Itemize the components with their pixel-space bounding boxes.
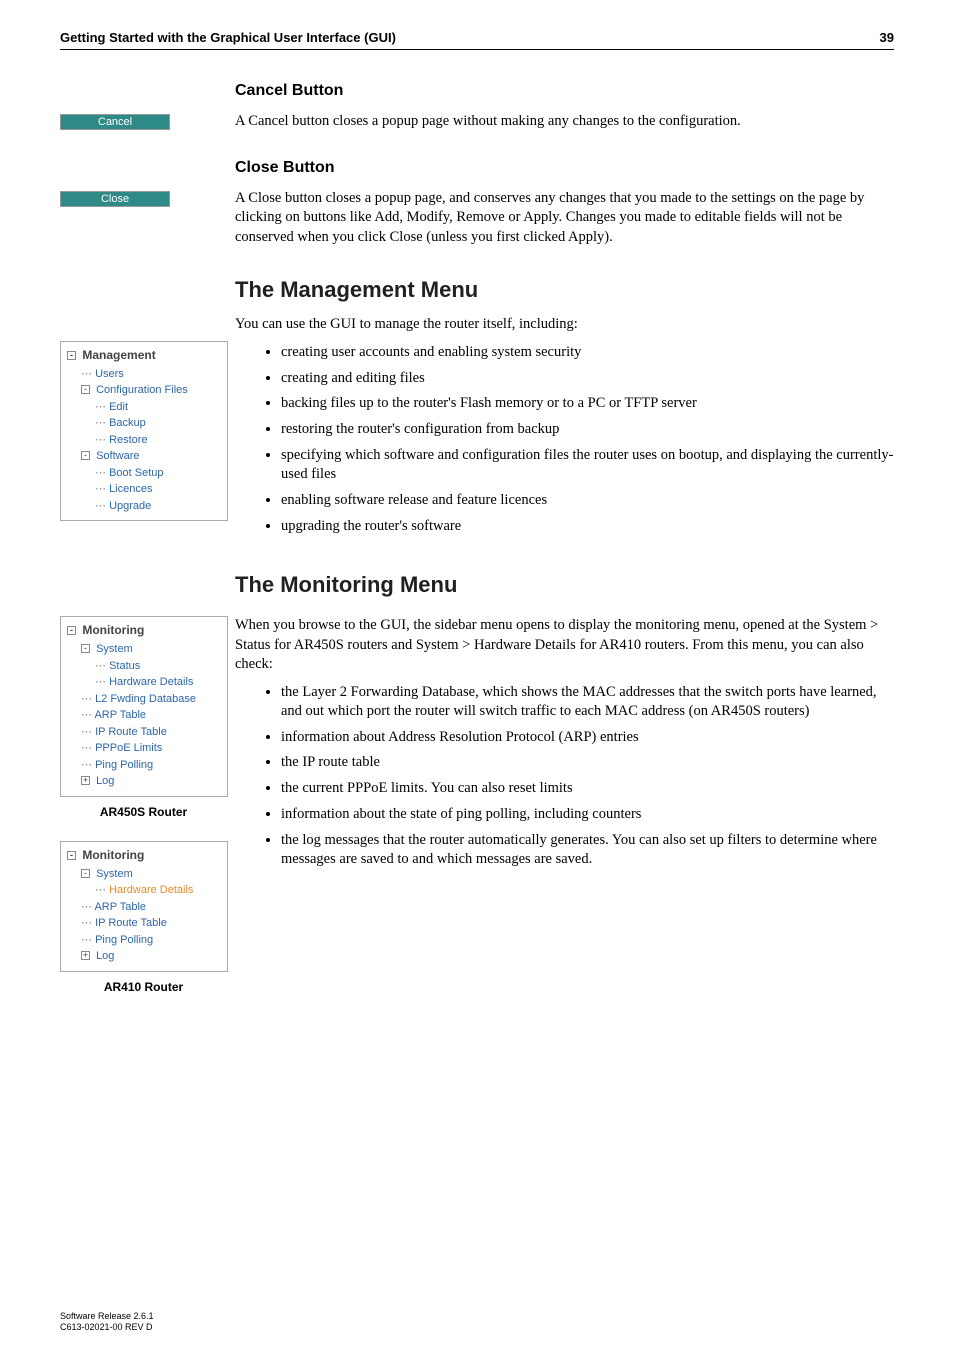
- tree-item-upgrade[interactable]: ⋯ Upgrade: [67, 498, 221, 515]
- page-footer: Software Release 2.6.1 C613-02021-00 REV…: [60, 1311, 154, 1334]
- tree-item-hardware-details[interactable]: ⋯ Hardware Details: [67, 674, 221, 691]
- footer-line2: C613-02021-00 REV D: [60, 1322, 154, 1333]
- close-button[interactable]: Close: [60, 191, 170, 207]
- collapse-icon[interactable]: -: [81, 451, 90, 460]
- close-heading: Close Button: [235, 157, 894, 179]
- list-item: information about Address Resolution Pro…: [281, 728, 894, 747]
- tree-item-l2-fwding[interactable]: ⋯ L2 Fwding Database: [67, 691, 221, 708]
- cancel-heading: Cancel Button: [235, 80, 894, 102]
- close-paragraph: A Close button closes a popup page, and …: [235, 189, 894, 248]
- list-item: information about the state of ping poll…: [281, 805, 894, 824]
- tree-item-licences[interactable]: ⋯ Licences: [67, 481, 221, 498]
- tree-item-ip-route-410[interactable]: ⋯ IP Route Table: [67, 915, 221, 932]
- list-item: backing files up to the router's Flash m…: [281, 394, 894, 413]
- list-item: upgrading the router's software: [281, 517, 894, 536]
- management-heading: The Management Menu: [235, 275, 894, 305]
- tree-item-log-410[interactable]: + Log: [67, 948, 221, 965]
- tree-title-monitoring-410: - Monitoring: [67, 846, 221, 864]
- ar450s-caption: AR450S Router: [60, 805, 227, 819]
- monitoring-tree-ar410: - Monitoring - System ⋯ Hardware Details…: [60, 841, 228, 972]
- monitoring-bullets: the Layer 2 Forwarding Database, which s…: [235, 683, 894, 869]
- tree-item-boot-setup[interactable]: ⋯ Boot Setup: [67, 465, 221, 482]
- tree-item-ip-route[interactable]: ⋯ IP Route Table: [67, 724, 221, 741]
- tree-title-management: - Management: [67, 346, 221, 364]
- page-header: Getting Started with the Graphical User …: [60, 30, 894, 50]
- tree-item-hardware-details-410[interactable]: ⋯ Hardware Details: [67, 882, 221, 899]
- monitoring-heading: The Monitoring Menu: [235, 570, 894, 600]
- tree-title-monitoring: - Monitoring: [67, 621, 221, 639]
- list-item: creating user accounts and enabling syst…: [281, 343, 894, 362]
- list-item: the log messages that the router automat…: [281, 831, 894, 869]
- list-item: specifying which software and configurat…: [281, 446, 894, 484]
- cancel-button[interactable]: Cancel: [60, 114, 170, 130]
- tree-item-edit[interactable]: ⋯ Edit: [67, 399, 221, 416]
- tree-item-pppoe-limits[interactable]: ⋯ PPPoE Limits: [67, 740, 221, 757]
- cancel-paragraph: A Cancel button closes a popup page with…: [235, 112, 894, 132]
- expand-icon[interactable]: +: [81, 951, 90, 960]
- list-item: restoring the router's configuration fro…: [281, 420, 894, 439]
- management-tree: - Management ⋯ Users - Configuration Fil…: [60, 341, 228, 522]
- footer-line1: Software Release 2.6.1: [60, 1311, 154, 1322]
- collapse-icon[interactable]: -: [67, 351, 76, 360]
- monitoring-intro: When you browse to the GUI, the sidebar …: [235, 616, 894, 675]
- tree-item-arp-table-410[interactable]: ⋯ ARP Table: [67, 899, 221, 916]
- list-item: creating and editing files: [281, 369, 894, 388]
- tree-item-log[interactable]: + Log: [67, 773, 221, 790]
- monitoring-tree-ar450s: - Monitoring - System ⋯ Status ⋯ Hardwar…: [60, 616, 228, 797]
- tree-item-ping-polling-410[interactable]: ⋯ Ping Polling: [67, 932, 221, 949]
- management-intro: You can use the GUI to manage the router…: [235, 315, 894, 335]
- tree-item-status[interactable]: ⋯ Status: [67, 658, 221, 675]
- tree-item-software[interactable]: - Software: [67, 448, 221, 465]
- list-item: enabling software release and feature li…: [281, 491, 894, 510]
- list-item: the Layer 2 Forwarding Database, which s…: [281, 683, 894, 721]
- collapse-icon[interactable]: -: [81, 644, 90, 653]
- collapse-icon[interactable]: -: [67, 626, 76, 635]
- tree-item-arp-table[interactable]: ⋯ ARP Table: [67, 707, 221, 724]
- tree-item-restore[interactable]: ⋯ Restore: [67, 432, 221, 449]
- tree-item-config-files[interactable]: - Configuration Files: [67, 382, 221, 399]
- list-item: the current PPPoE limits. You can also r…: [281, 779, 894, 798]
- tree-item-backup[interactable]: ⋯ Backup: [67, 415, 221, 432]
- tree-item-users[interactable]: ⋯ Users: [67, 366, 221, 383]
- page-number: 39: [880, 30, 894, 45]
- management-bullets: creating user accounts and enabling syst…: [235, 343, 894, 536]
- collapse-icon[interactable]: -: [81, 869, 90, 878]
- tree-item-system-410[interactable]: - System: [67, 866, 221, 883]
- ar410-caption: AR410 Router: [60, 980, 227, 994]
- collapse-icon[interactable]: -: [81, 385, 90, 394]
- header-title: Getting Started with the Graphical User …: [60, 30, 396, 45]
- tree-item-system[interactable]: - System: [67, 641, 221, 658]
- list-item: the IP route table: [281, 753, 894, 772]
- expand-icon[interactable]: +: [81, 776, 90, 785]
- collapse-icon[interactable]: -: [67, 851, 76, 860]
- tree-item-ping-polling[interactable]: ⋯ Ping Polling: [67, 757, 221, 774]
